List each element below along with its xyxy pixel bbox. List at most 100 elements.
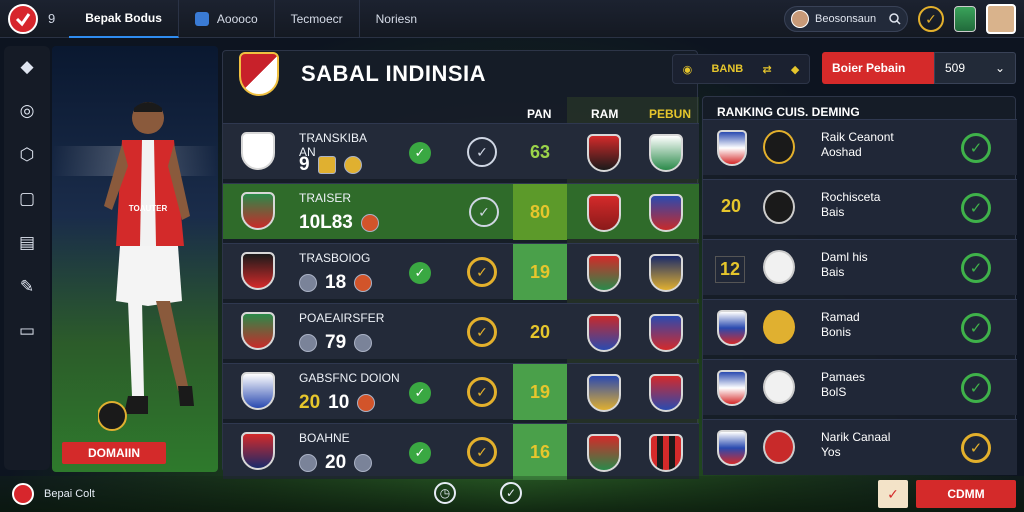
player-card[interactable]: TOAUTER DOMAIIN — [52, 46, 218, 472]
check-ring-icon[interactable]: ✓ — [467, 317, 497, 347]
chat-icon[interactable]: ▢ — [16, 188, 38, 210]
app-logo[interactable] — [8, 3, 38, 34]
club-crest-icon — [763, 310, 795, 344]
club-badge-icon[interactable] — [954, 6, 976, 32]
shirt-text: TOAUTER — [129, 204, 168, 213]
profile-avatar[interactable] — [986, 4, 1016, 34]
row-number: 9 — [299, 154, 362, 176]
check-ring-icon[interactable]: ✓ — [467, 137, 497, 167]
check-ring-icon[interactable]: ✓ — [467, 377, 497, 407]
monitor-icon[interactable]: ▭ — [16, 320, 38, 342]
club-badge-icon — [649, 314, 683, 352]
target-icon[interactable]: ◎ — [16, 100, 38, 122]
shield-icon[interactable]: ◆ — [791, 63, 799, 76]
cube-icon[interactable]: ⬡ — [16, 144, 38, 166]
check-icon[interactable]: ✓ — [961, 313, 991, 343]
column-header-ram: RAM — [591, 107, 619, 121]
tab-tecmoecr[interactable]: Tecmoecr — [275, 0, 360, 38]
book-icon[interactable]: ▤ — [16, 232, 38, 254]
club-crest-icon — [241, 312, 275, 350]
row-number: 10L83 — [299, 212, 379, 234]
search-icon[interactable] — [889, 13, 901, 25]
tab-bepak-bodus[interactable]: Bepak Bodus — [69, 0, 179, 38]
bottom-bar: Bepai Colt ◷ ✓ ✓ CDMM — [0, 476, 1024, 512]
notification-count: 9 — [48, 11, 56, 26]
swap-icon[interactable]: ⇄ — [762, 63, 771, 76]
row-name: TRASBOIOG — [299, 251, 371, 265]
avatar — [791, 10, 809, 28]
sidebar: ◆ ◎ ⬡ ▢ ▤ ✎ ▭ — [4, 46, 50, 470]
club-badge-icon — [587, 254, 621, 292]
check-icon[interactable]: ✓ — [409, 262, 431, 284]
check-icon[interactable]: ✓ — [961, 373, 991, 403]
check-ring-icon[interactable]: ✓ — [469, 197, 499, 227]
filter-toolbar: ◉ BANB ⇄ ◆ — [672, 54, 810, 84]
team-table: TRANSKIBA AN 9 ✓ ✓ 63 TRAISER 10L83 ✓ 80… — [223, 123, 699, 483]
club-badge-icon — [717, 370, 747, 406]
row-name: GABSFNC DOION — [299, 371, 400, 385]
row-score: 63 — [529, 141, 551, 162]
table-row[interactable]: TRASBOIOG 18 ✓ ✓ 19 — [223, 243, 699, 300]
top-bar: 9 Bepak Bodus Aoooco Tecmoecr Noriesn Be… — [0, 0, 1024, 38]
row-name: POAEAIRSFER — [299, 311, 385, 325]
player-photo-icon — [241, 132, 275, 170]
row-name: BOAHNE — [299, 431, 350, 445]
pen-icon[interactable]: ✎ — [16, 276, 38, 298]
check-ring-icon[interactable]: ✓ — [467, 257, 497, 287]
shield-icon — [194, 11, 209, 26]
club-crest-icon — [241, 432, 275, 470]
check-icon[interactable]: ✓ — [918, 6, 944, 32]
ranking-row[interactable]: 12 Daml his Bais ✓ — [703, 239, 1017, 295]
club-crest-icon — [241, 192, 275, 230]
check-icon[interactable]: ✓ — [961, 193, 991, 223]
ranking-row[interactable]: 20 Rochisceta Bais ✓ — [703, 179, 1017, 235]
check-ring-icon[interactable]: ✓ — [467, 437, 497, 467]
compass-icon[interactable]: ✓ — [500, 482, 522, 504]
ranking-row[interactable]: Ramad Bonis ✓ — [703, 299, 1017, 355]
league-selector-label: Boier Pebain — [832, 61, 906, 75]
player-photo-icon — [763, 250, 795, 284]
check-icon[interactable]: ✓ — [409, 382, 431, 404]
tab-label: Noriesn — [375, 11, 417, 26]
table-row[interactable]: TRAISER 10L83 ✓ 80 — [223, 183, 699, 240]
ranking-row[interactable]: Pamaes BolS ✓ — [703, 359, 1017, 415]
table-row[interactable]: POAEAIRSFER 79 ✓ 20 — [223, 303, 699, 359]
table-row[interactable]: TRANSKIBA AN 9 ✓ ✓ 63 — [223, 123, 699, 179]
club-crest-icon — [763, 190, 795, 224]
check-button[interactable]: ✓ — [878, 480, 908, 508]
tab-label: Bepak Bodus — [85, 10, 162, 25]
diamond-icon[interactable]: ◆ — [16, 56, 38, 78]
toolbar-label[interactable]: BANB — [711, 63, 743, 75]
check-icon[interactable]: ✓ — [409, 442, 431, 464]
table-row[interactable]: BOAHNE 20 ✓ ✓ 16 — [223, 423, 699, 480]
player-photo-icon — [763, 370, 795, 404]
tab-label: Tecmoecr — [290, 11, 343, 26]
app-logo[interactable] — [12, 483, 34, 505]
player-figure: TOAUTER — [98, 102, 194, 431]
clock-icon[interactable]: ◷ — [434, 482, 456, 504]
row-score: 19 — [513, 364, 567, 420]
club-badge-icon — [587, 134, 621, 172]
check-icon[interactable]: ✓ — [961, 133, 991, 163]
filter-icon[interactable]: ◉ — [683, 63, 693, 76]
club-badge-icon — [717, 310, 747, 346]
player-action-button[interactable]: DOMAIIN — [62, 442, 166, 464]
league-selector[interactable]: Boier Pebain — [822, 52, 934, 84]
check-icon[interactable]: ✓ — [409, 142, 431, 164]
tab-aoooco[interactable]: Aoooco — [179, 0, 275, 38]
tab-noriesn[interactable]: Noriesn — [360, 0, 433, 38]
row-score: 80 — [513, 184, 567, 240]
table-row[interactable]: GABSFNC DOION 20 10 ✓ ✓ 19 — [223, 363, 699, 420]
chevron-down-icon: ⌄ — [994, 61, 1005, 75]
row-number: 20 — [299, 452, 373, 474]
club-crest-icon — [241, 252, 275, 290]
confirm-button[interactable]: CDMM — [916, 480, 1016, 508]
search-field[interactable]: Beosonsaun — [784, 6, 908, 32]
ranking-name: Rochisceta Bais — [821, 190, 881, 219]
ranking-row[interactable]: Raik Ceanont Aoshad ✓ — [703, 119, 1017, 175]
ranking-row[interactable]: Narik Canaal Yos ✓ — [703, 419, 1017, 475]
value-dropdown[interactable]: 509 ⌄ — [934, 52, 1016, 84]
club-badge-icon — [649, 134, 683, 172]
check-icon[interactable]: ✓ — [961, 253, 991, 283]
check-icon[interactable]: ✓ — [961, 433, 991, 463]
